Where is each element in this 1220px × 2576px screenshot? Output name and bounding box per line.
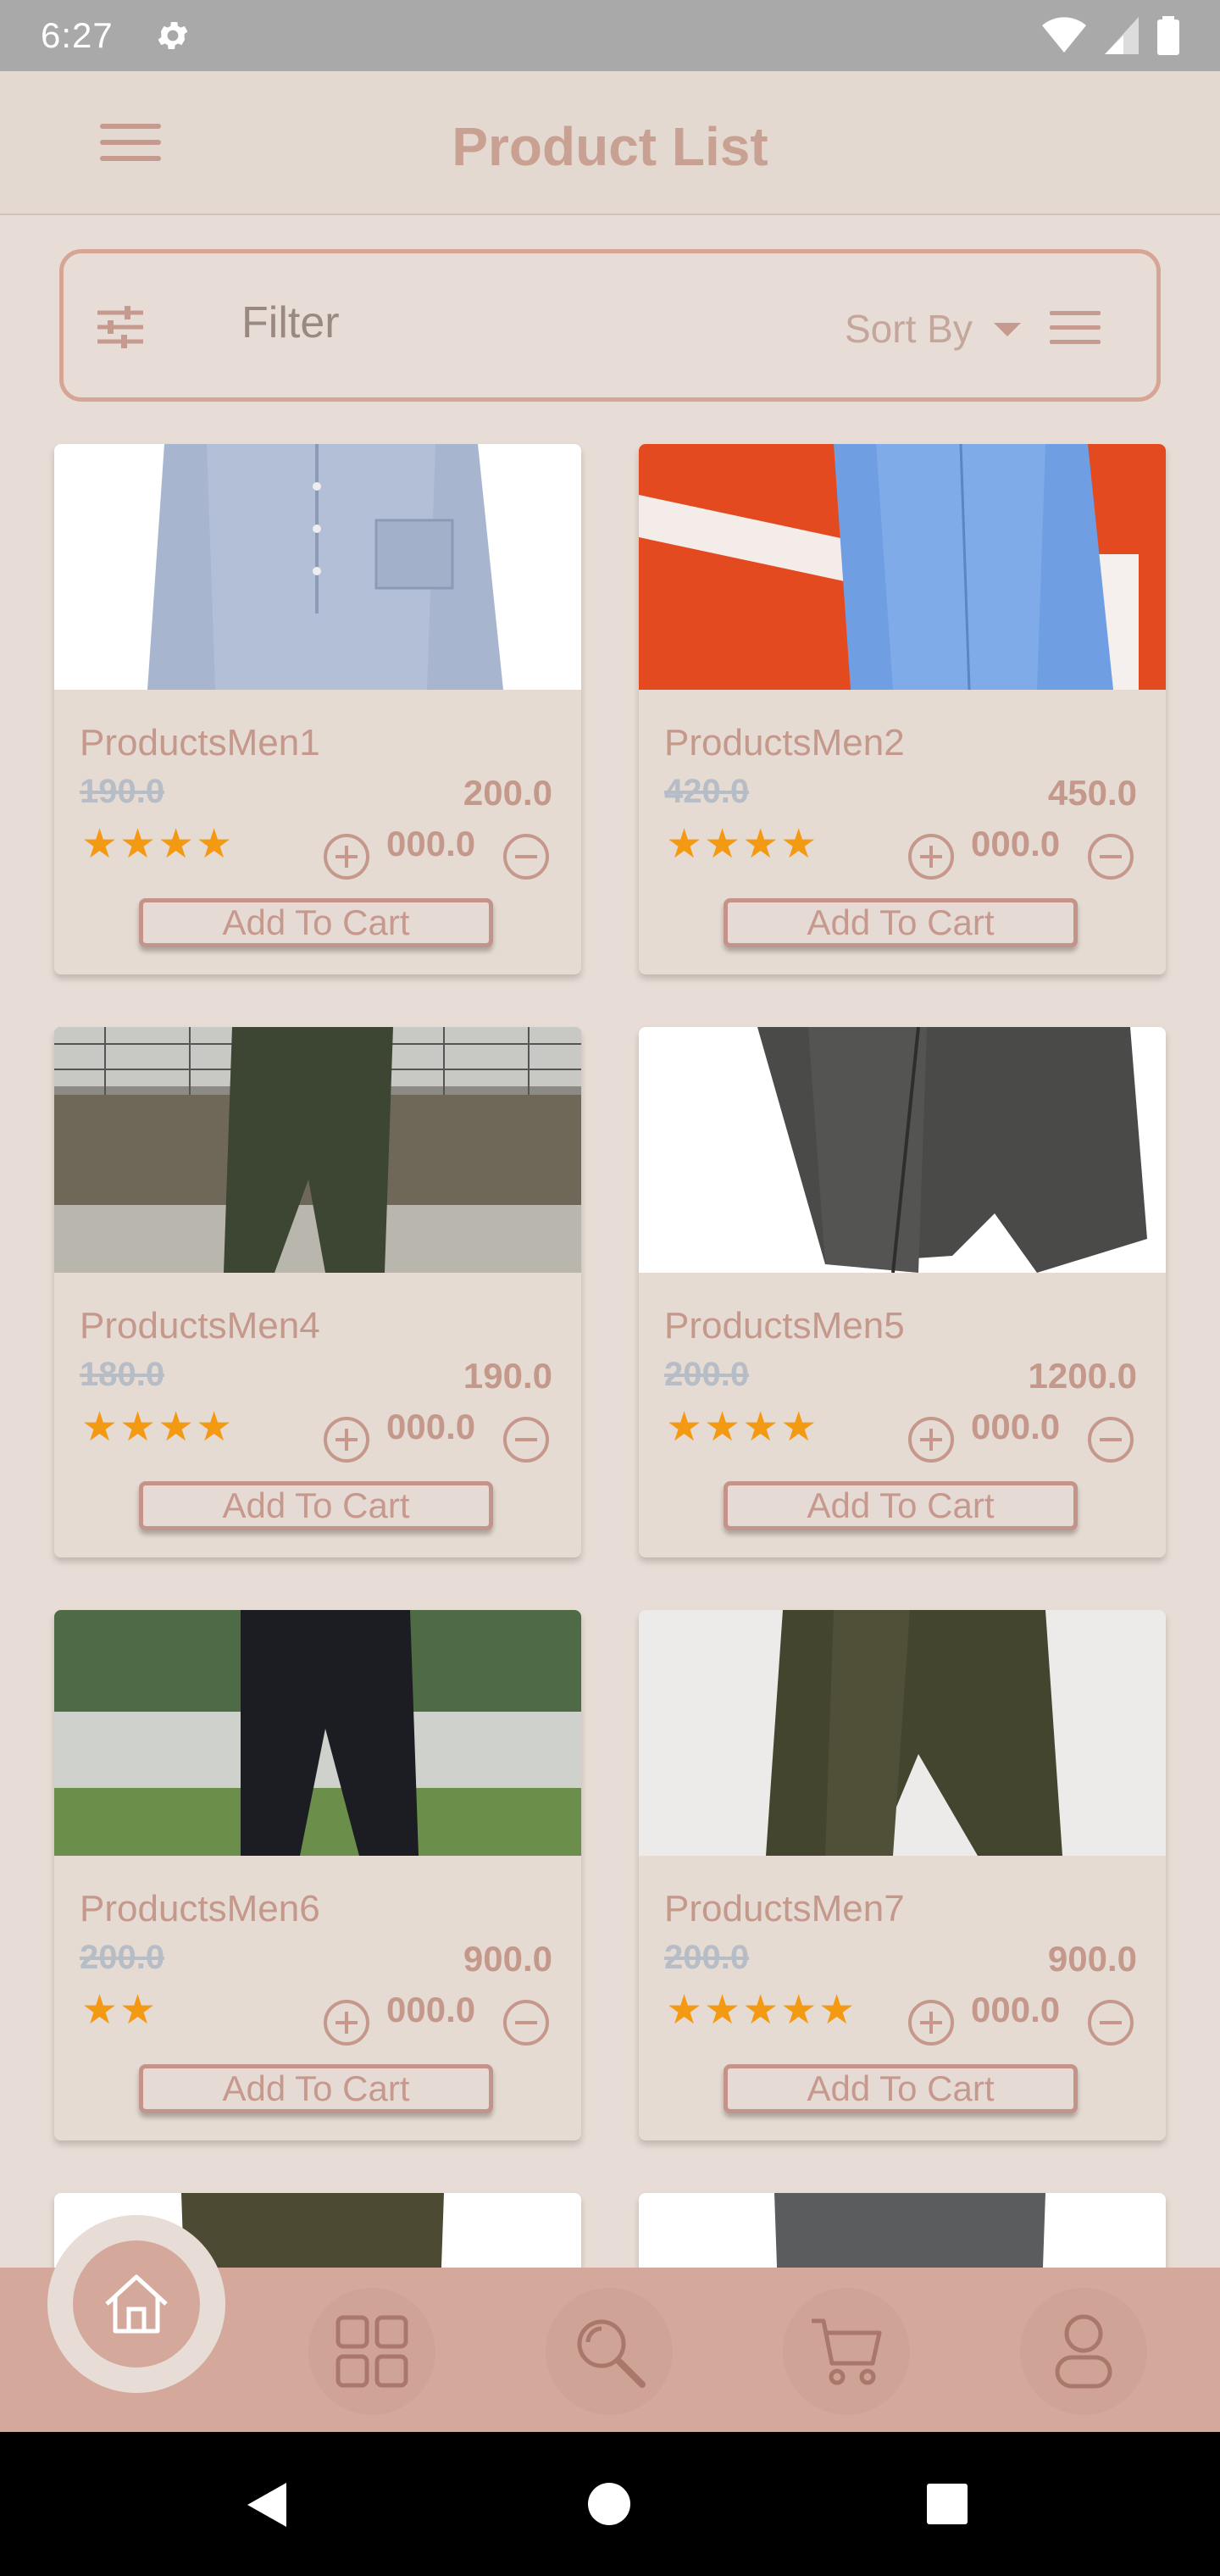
product-price: 200.0 <box>463 773 552 813</box>
list-icon[interactable] <box>1050 311 1101 354</box>
star-rating: ★★★★ <box>81 822 235 867</box>
plus-icon[interactable] <box>908 834 954 880</box>
plus-icon[interactable] <box>908 1417 954 1463</box>
product-card[interactable] <box>639 2193 1166 2278</box>
home-icon[interactable] <box>73 2240 200 2368</box>
system-home-icon[interactable] <box>588 2483 630 2525</box>
recent-apps-icon[interactable] <box>927 2484 968 2524</box>
product-old-price: 200.0 <box>80 1939 165 1976</box>
product-price: 900.0 <box>463 1939 552 1979</box>
product-old-price: 200.0 <box>664 1939 750 1976</box>
product-name: ProductsMen6 <box>80 1888 320 1929</box>
product-card[interactable]: ProductsMen4 180.0 190.0 ★★★★ 000.0 Add … <box>54 1027 581 1557</box>
add-to-cart-button[interactable]: Add To Cart <box>724 898 1078 947</box>
profile-icon[interactable] <box>1020 2288 1147 2415</box>
product-card[interactable]: ProductsMen1 190.0 200.0 ★★★★ 000.0 Add … <box>54 444 581 974</box>
product-price: 190.0 <box>463 1356 552 1396</box>
product-image[interactable] <box>54 1027 581 1273</box>
quantity-value: 000.0 <box>386 1407 476 1446</box>
star-rating: ★★★★ <box>81 1405 235 1450</box>
grid-icon[interactable] <box>308 2288 435 2415</box>
plus-icon[interactable] <box>908 2000 954 2046</box>
product-image[interactable] <box>54 444 581 690</box>
cart-icon[interactable] <box>783 2288 910 2415</box>
minus-icon[interactable] <box>1088 2000 1134 2046</box>
product-image[interactable] <box>54 1610 581 1856</box>
minus-icon[interactable] <box>503 834 549 880</box>
product-old-price: 200.0 <box>664 1356 750 1393</box>
dropdown-caret-icon[interactable] <box>994 323 1021 336</box>
minus-icon[interactable] <box>1088 1417 1134 1463</box>
product-image[interactable] <box>639 444 1166 690</box>
app-bar: Product List <box>0 71 1220 215</box>
product-name: ProductsMen1 <box>80 722 320 763</box>
product-name: ProductsMen5 <box>664 1305 905 1346</box>
gear-icon <box>158 22 188 49</box>
product-price: 900.0 <box>1047 1939 1137 1979</box>
status-time: 6:27 <box>41 15 114 55</box>
product-price: 450.0 <box>1047 773 1137 813</box>
plus-icon[interactable] <box>324 834 369 880</box>
star-rating: ★★★★ <box>666 1405 819 1450</box>
status-bar: 6:27 <box>0 0 1220 71</box>
back-icon[interactable] <box>247 2483 286 2527</box>
plus-icon[interactable] <box>324 1417 369 1463</box>
plus-icon[interactable] <box>324 2000 369 2046</box>
signal-icon <box>1105 17 1139 54</box>
quantity-value: 000.0 <box>971 824 1061 863</box>
star-rating: ★★★★ <box>666 822 819 867</box>
product-image[interactable] <box>639 1610 1166 1856</box>
product-card[interactable]: ProductsMen5 200.0 1200.0 ★★★★ 000.0 Add… <box>639 1027 1166 1557</box>
filter-input[interactable]: Filter <box>241 297 340 348</box>
quantity-value: 000.0 <box>386 824 476 863</box>
quantity-value: 000.0 <box>386 1990 476 2029</box>
system-nav-bar <box>0 2432 1220 2576</box>
star-rating: ★★★★★ <box>666 1988 857 2033</box>
product-card[interactable]: ProductsMen2 420.0 450.0 ★★★★ 000.0 Add … <box>639 444 1166 974</box>
wifi-icon <box>1042 17 1086 53</box>
sliders-icon[interactable] <box>96 306 145 348</box>
product-old-price: 420.0 <box>664 773 750 810</box>
page-title: Product List <box>452 116 768 177</box>
battery-icon <box>1157 16 1179 55</box>
add-to-cart-button[interactable]: Add To Cart <box>139 898 493 947</box>
product-name: ProductsMen7 <box>664 1888 905 1929</box>
filter-bar: Filter Sort By <box>59 249 1161 402</box>
product-old-price: 190.0 <box>80 773 165 810</box>
add-to-cart-button[interactable]: Add To Cart <box>139 2064 493 2113</box>
product-old-price: 180.0 <box>80 1356 165 1393</box>
star-rating: ★★ <box>81 1988 158 2033</box>
product-price: 1200.0 <box>1028 1356 1137 1396</box>
add-to-cart-button[interactable]: Add To Cart <box>139 1481 493 1530</box>
product-image[interactable] <box>639 1027 1166 1273</box>
product-image[interactable] <box>639 2193 1166 2278</box>
add-to-cart-button[interactable]: Add To Cart <box>724 2064 1078 2113</box>
minus-icon[interactable] <box>503 2000 549 2046</box>
quantity-value: 000.0 <box>971 1990 1061 2029</box>
product-card[interactable]: ProductsMen6 200.0 900.0 ★★ 000.0 Add To… <box>54 1610 581 2140</box>
search-icon[interactable] <box>546 2288 673 2415</box>
sort-by-button[interactable]: Sort By <box>845 306 973 352</box>
product-name: ProductsMen2 <box>664 722 905 763</box>
quantity-value: 000.0 <box>971 1407 1061 1446</box>
product-name: ProductsMen4 <box>80 1305 320 1346</box>
add-to-cart-button[interactable]: Add To Cart <box>724 1481 1078 1530</box>
product-card[interactable]: ProductsMen7 200.0 900.0 ★★★★★ 000.0 Add… <box>639 1610 1166 2140</box>
minus-icon[interactable] <box>1088 834 1134 880</box>
minus-icon[interactable] <box>503 1417 549 1463</box>
